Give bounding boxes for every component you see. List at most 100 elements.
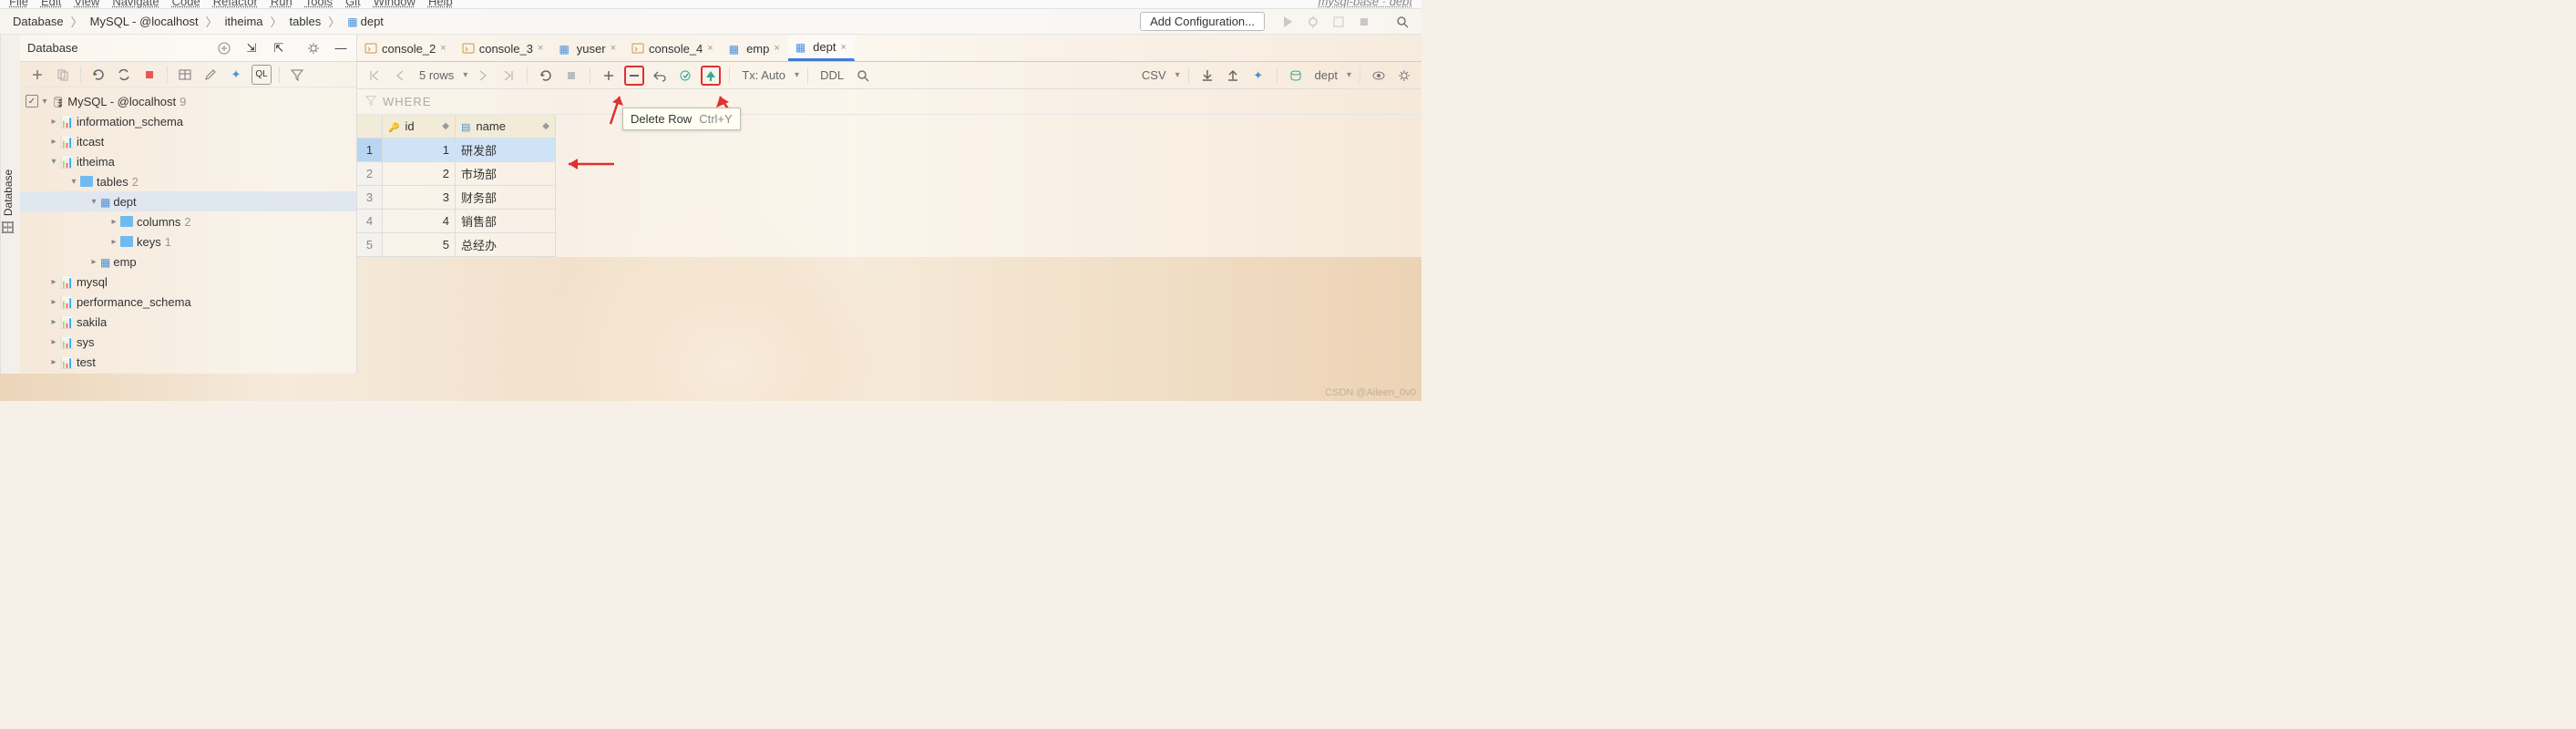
schema-world[interactable]: world	[20, 372, 356, 374]
row-number[interactable]: 2	[357, 162, 383, 186]
settings-button[interactable]	[1394, 66, 1414, 86]
new-button[interactable]	[27, 65, 47, 85]
close-icon[interactable]: ×	[707, 43, 713, 54]
chevron-right-icon[interactable]	[108, 237, 120, 247]
run-coverage-button[interactable]	[1329, 12, 1349, 32]
menu-git[interactable]: Git	[345, 0, 361, 8]
schema-perf[interactable]: performance_schema	[20, 292, 356, 312]
cell-name[interactable]: 销售部	[456, 210, 556, 233]
magic-button[interactable]: ✦	[226, 65, 246, 85]
ddl-button[interactable]: DDL	[816, 68, 847, 82]
cell-name[interactable]: 财务部	[456, 186, 556, 210]
export-format[interactable]: CSV	[1138, 68, 1170, 82]
col-name[interactable]: name◆	[456, 115, 556, 139]
download-button[interactable]	[1197, 66, 1217, 86]
table-view-button[interactable]	[175, 65, 195, 85]
view-mode-button[interactable]	[1369, 66, 1389, 86]
menu-file[interactable]: File	[9, 0, 28, 8]
schema-sys[interactable]: sys	[20, 332, 356, 352]
sync-button[interactable]	[114, 65, 134, 85]
tab-emp[interactable]: emp×	[722, 36, 788, 61]
add-row-button[interactable]	[599, 66, 619, 86]
datasource-node[interactable]: MySQL - @localhost 9	[20, 91, 356, 111]
tab-console-2[interactable]: console_2×	[357, 36, 455, 61]
crumb-tables[interactable]: tables	[286, 15, 325, 28]
close-icon[interactable]: ×	[611, 43, 616, 54]
cell-name[interactable]: 市场部	[456, 162, 556, 186]
tab-console-4[interactable]: console_4×	[624, 36, 722, 61]
stop-sync-button[interactable]	[139, 65, 159, 85]
database-tree[interactable]: MySQL - @localhost 9 information_schema …	[20, 87, 356, 374]
row-number[interactable]: 1	[357, 139, 383, 162]
delete-row-button[interactable]	[624, 66, 644, 86]
next-page-button[interactable]	[473, 66, 493, 86]
table-row[interactable]: 4 4 销售部	[357, 210, 1421, 233]
reload-button[interactable]	[536, 66, 556, 86]
row-number[interactable]: 3	[357, 186, 383, 210]
table-row[interactable]: 5 5 总经办	[357, 233, 1421, 257]
filter-button[interactable]	[287, 65, 307, 85]
table-emp[interactable]: emp	[20, 252, 356, 272]
cell-id[interactable]: 4	[383, 210, 456, 233]
last-page-button[interactable]	[498, 66, 518, 86]
debug-button[interactable]	[1303, 12, 1323, 32]
close-icon[interactable]: ×	[440, 43, 446, 54]
chevron-right-icon[interactable]	[47, 137, 60, 147]
first-page-button[interactable]	[364, 66, 385, 86]
chevron-down-icon[interactable]	[87, 197, 100, 207]
add-icon[interactable]	[214, 38, 234, 58]
chevron-down-icon[interactable]	[47, 157, 60, 167]
tab-yuser[interactable]: yuser×	[551, 36, 624, 61]
run-button[interactable]	[1278, 12, 1298, 32]
crumb-database[interactable]: Database	[9, 15, 67, 28]
schema-sakila[interactable]: sakila	[20, 312, 356, 332]
keys-node[interactable]: keys1	[20, 231, 356, 252]
cell-id[interactable]: 2	[383, 162, 456, 186]
chevron-right-icon[interactable]	[47, 297, 60, 307]
menu-refactor[interactable]: Refactor	[213, 0, 258, 8]
cell-name[interactable]: 总经办	[456, 233, 556, 257]
table-row[interactable]: 3 3 财务部	[357, 186, 1421, 210]
schema-mysql[interactable]: mysql	[20, 272, 356, 292]
chevron-down-icon[interactable]	[38, 97, 51, 107]
table-row[interactable]: 1 1 研发部	[357, 139, 1421, 162]
menu-edit[interactable]: Edit	[41, 0, 61, 8]
submit-button[interactable]	[701, 66, 721, 86]
tab-dept[interactable]: dept×	[788, 36, 855, 61]
tables-node[interactable]: tables2	[20, 171, 356, 191]
cell-id[interactable]: 3	[383, 186, 456, 210]
close-icon[interactable]: ×	[774, 43, 779, 54]
chevron-down-icon[interactable]	[67, 177, 80, 187]
menu-run[interactable]: Run	[271, 0, 292, 8]
copy-button[interactable]	[53, 65, 73, 85]
cell-id[interactable]: 1	[383, 139, 456, 162]
row-number[interactable]: 4	[357, 210, 383, 233]
collapse-icon[interactable]: ⇲	[241, 38, 262, 58]
schema-itcast[interactable]: itcast	[20, 131, 356, 151]
preview-pending-button[interactable]	[675, 66, 695, 86]
prev-page-button[interactable]	[390, 66, 410, 86]
sort-icon[interactable]: ◆	[542, 121, 549, 131]
chevron-right-icon[interactable]	[47, 357, 60, 367]
crumb-dept[interactable]: dept	[344, 15, 387, 28]
crumb-schema[interactable]: itheima	[221, 15, 267, 28]
table-dept[interactable]: dept	[20, 191, 356, 211]
cell-name[interactable]: 研发部	[456, 139, 556, 162]
checkbox-icon[interactable]	[26, 95, 38, 108]
compare-button[interactable]: ✦	[1248, 66, 1268, 86]
menu-view[interactable]: View	[74, 0, 99, 8]
refresh-button[interactable]	[88, 65, 108, 85]
schema-itheima[interactable]: itheima	[20, 151, 356, 171]
chevron-right-icon[interactable]	[108, 217, 120, 227]
rows-count[interactable]: 5 rows	[416, 68, 457, 82]
search-everywhere-button[interactable]	[1392, 12, 1412, 32]
sort-icon[interactable]: ◆	[442, 121, 449, 131]
chevron-right-icon[interactable]	[47, 117, 60, 127]
crumb-datasource[interactable]: MySQL - @localhost	[87, 15, 202, 28]
run-config-selector[interactable]: Add Configuration...	[1140, 12, 1265, 31]
col-id[interactable]: id◆	[383, 115, 456, 139]
chevron-right-icon[interactable]	[47, 317, 60, 327]
menu-navigate[interactable]: Navigate	[112, 0, 159, 8]
cell-id[interactable]: 5	[383, 233, 456, 257]
gear-icon[interactable]	[303, 38, 323, 58]
